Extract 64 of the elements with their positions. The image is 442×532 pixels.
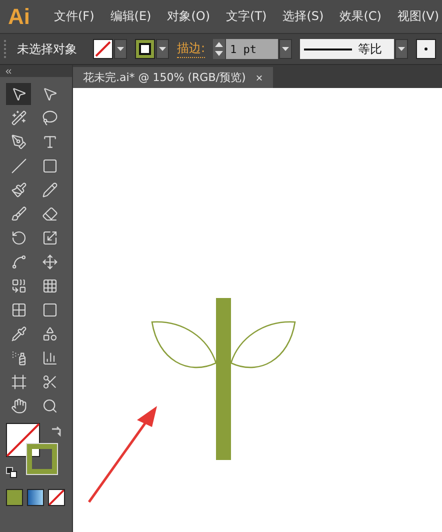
default-colors-icon[interactable]: [6, 467, 17, 478]
menu-item[interactable]: 视图(V): [397, 8, 440, 25]
swap-arrows-icon[interactable]: [50, 425, 62, 437]
lasso-icon: [42, 110, 58, 126]
paintbrush-icon: [10, 182, 26, 198]
caret-icon: [117, 47, 124, 51]
close-button[interactable]: ×: [256, 70, 263, 84]
caret-icon: [159, 47, 166, 51]
color-mode-button[interactable]: [6, 489, 23, 506]
stroke-weight-field[interactable]: 1 pt: [226, 39, 278, 59]
dropdown-button[interactable]: [156, 39, 169, 59]
scale-icon: [42, 230, 58, 246]
stroke-color-swatch[interactable]: [26, 443, 58, 475]
menu-item[interactable]: 文字(T): [226, 8, 267, 25]
selection-arrow-icon: [10, 86, 26, 102]
dropdown-button[interactable]: [416, 39, 436, 59]
menu-item[interactable]: 对象(O): [167, 8, 210, 25]
menu-item[interactable]: 选择(S): [282, 8, 324, 25]
menu-item[interactable]: 文件(F): [54, 8, 94, 25]
curve-icon: [10, 254, 26, 270]
free-transform-icon: [42, 254, 58, 270]
pencil-icon: [42, 182, 58, 198]
dropdown-button[interactable]: [114, 39, 127, 59]
eyedropper-icon: [10, 326, 26, 342]
stroke-swatch[interactable]: [135, 39, 155, 59]
column-graph-icon: [42, 350, 58, 366]
mesh-icon: [10, 302, 26, 318]
fill-none-swatch[interactable]: [6, 423, 40, 457]
dot-icon: [424, 47, 428, 51]
stroke-label[interactable]: 描边:: [177, 40, 206, 58]
scissors-icon: [42, 374, 58, 390]
line-icon: [10, 158, 26, 174]
document-tab[interactable]: 花未完.ai* @ 150% (RGB/预览) ×: [73, 67, 273, 88]
stroke-line-icon: [304, 48, 352, 50]
brush-icon: [10, 206, 26, 222]
artboard-icon: [10, 374, 26, 390]
rotate-icon: [10, 230, 26, 246]
dropdown-button[interactable]: [279, 39, 292, 59]
magic-wand-icon: [10, 110, 26, 126]
app-logo: Ai: [8, 4, 30, 30]
eraser-icon: [42, 206, 58, 222]
zoom-icon: [42, 398, 58, 414]
pen-icon: [10, 134, 26, 150]
direct-selection-arrow-icon: [42, 86, 58, 102]
menu-item[interactable]: 效果(C): [340, 8, 382, 25]
rectangle-icon: [42, 158, 58, 174]
hand-icon: [10, 398, 26, 414]
blend-icon: [42, 326, 58, 342]
perspective-grid-icon: [42, 278, 58, 294]
none-mode-button[interactable]: [48, 489, 65, 506]
dropdown-button[interactable]: [395, 39, 408, 59]
spinner-arrows-icon[interactable]: [213, 39, 226, 59]
gradient-mode-button[interactable]: [27, 489, 44, 506]
tool-button[interactable]: [6, 83, 31, 105]
stroke-profile-dropdown[interactable]: 等比: [300, 39, 394, 59]
type-icon: [42, 134, 58, 150]
selection-status: 未选择对象: [17, 40, 77, 58]
collapse-icon[interactable]: [4, 66, 13, 76]
shape-builder-icon: [10, 278, 26, 294]
caret-icon: [398, 47, 406, 51]
menu-item[interactable]: 编辑(E): [110, 8, 152, 25]
profile-label: 等比: [358, 40, 382, 58]
fill-swatch[interactable]: [93, 39, 113, 59]
caret-icon: [282, 47, 290, 51]
